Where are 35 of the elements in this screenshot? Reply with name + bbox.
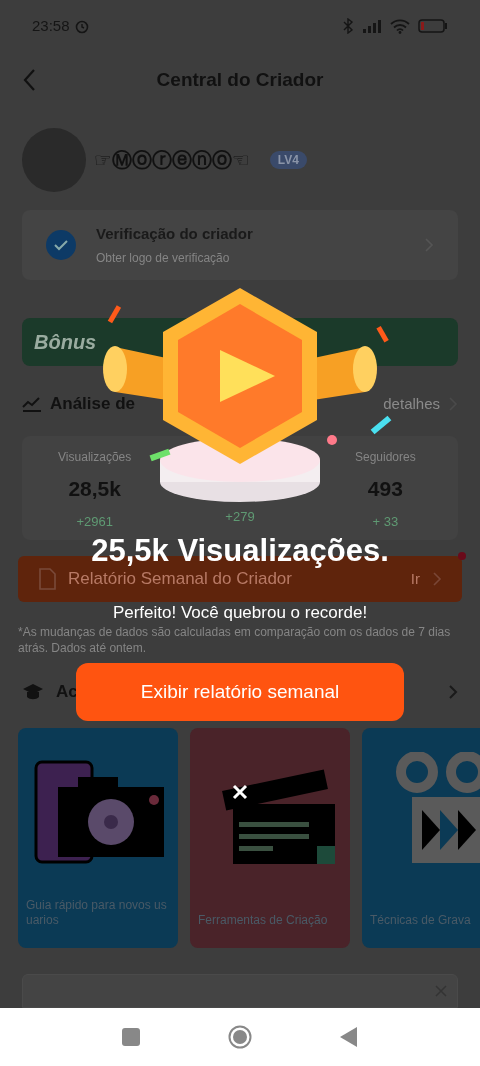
card-title: Ferramentas de Criação [198, 913, 329, 929]
signal-icon [362, 19, 382, 33]
level-badge: LV4 [269, 151, 307, 169]
alarm-clock-icon [73, 18, 90, 34]
stat-change: + 33 [372, 512, 399, 531]
tutorial-card[interactable]: Técnicas de Grava [362, 728, 480, 948]
report-title: Relatório Semanal do Criador [68, 568, 293, 591]
stat-label: Seguidores [354, 449, 416, 466]
battery-icon [418, 19, 448, 33]
stat-change: +2961 [76, 512, 113, 531]
document-icon [38, 568, 56, 590]
graduation-cap-icon [22, 683, 44, 701]
back-icon[interactable] [22, 68, 36, 92]
verification-subtitle: Obter logo de verificação [96, 250, 231, 268]
bluetooth-icon [342, 18, 354, 34]
banner-text: Bônus [34, 330, 97, 355]
footnote: *As mudanças de dados são calculadas em comparação com os dados de 7 dias atrás. Dados até ontem. [18, 624, 452, 656]
wifi-icon [390, 18, 410, 34]
report-action: Ir [410, 568, 420, 589]
profile-name: ☞Ⓜⓞⓡⓔⓝⓞ☜ [94, 147, 250, 174]
view-weekly-report-button[interactable]: Exibir relatório semanal [76, 663, 404, 721]
trend-chart-icon [22, 396, 42, 412]
home-icon[interactable] [228, 1025, 252, 1049]
details-link[interactable]: detalhes [383, 392, 440, 416]
back-triangle-icon[interactable] [340, 1027, 358, 1047]
tutorial-card[interactable]: Ferramentas de Criação [190, 728, 350, 948]
chevron-right-icon [432, 571, 442, 587]
check-badge-icon [46, 230, 76, 260]
stat-label: Visualizações [58, 449, 132, 466]
card-title: Técnicas de Grava [370, 913, 472, 929]
card-title: Guia rápido para novos usuarios [26, 898, 168, 929]
tutorial-card[interactable]: Guia rápido para novos usuarios [18, 728, 178, 948]
chevron-right-icon [448, 684, 458, 700]
modal-subtitle: Perfeito! Você quebrou o recorde! [112, 603, 368, 623]
stat-change: +279 [225, 507, 255, 526]
